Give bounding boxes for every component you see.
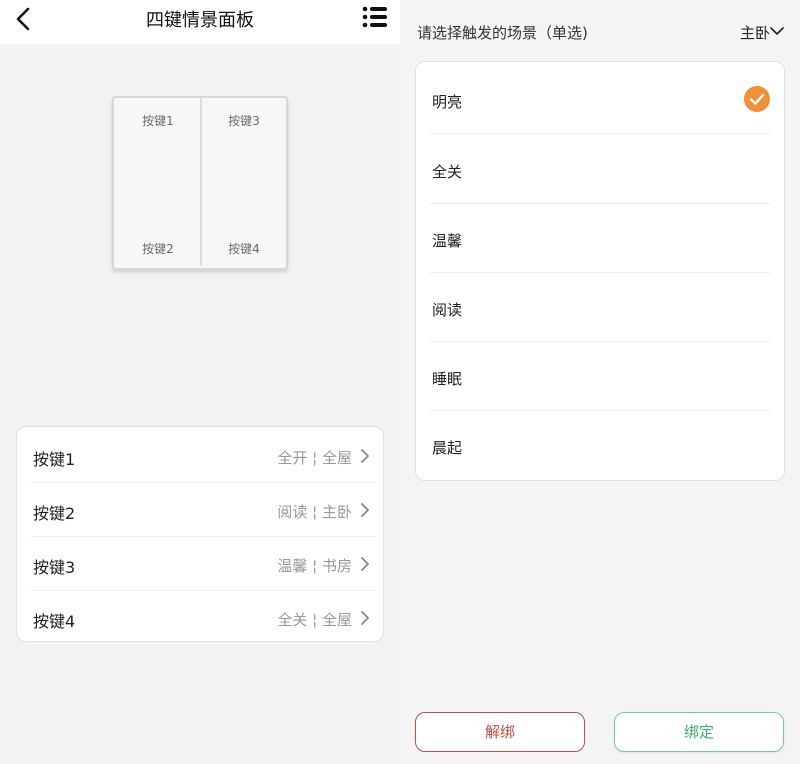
scene-option[interactable]: 全关: [430, 134, 770, 204]
chevron-right-icon: [361, 557, 369, 571]
chevron-right-icon: [361, 449, 369, 463]
key-scene-value: 全关 ¦ 全屋: [277, 611, 352, 629]
page-title: 四键情景面板: [146, 10, 254, 31]
key-binding-row[interactable]: 按键3 温馨 ¦ 书房: [31, 537, 376, 591]
scene-list: 明亮 全关 温馨 阅读 睡眠 晨起: [415, 61, 785, 481]
key-name: 按键1: [33, 450, 76, 469]
room-selector[interactable]: 主卧: [740, 22, 770, 43]
key-scene-value: 温馨 ¦ 书房: [277, 557, 352, 575]
key-name: 按键3: [33, 558, 76, 577]
key-scene-value: 阅读 ¦ 主卧: [277, 503, 352, 521]
scene-option[interactable]: 温馨: [430, 203, 770, 273]
panel-key-1[interactable]: 按键1: [128, 112, 188, 129]
key-binding-list: 按键1 全开 ¦ 全屋 按键2 阅读 ¦ 主卧 按键3 温馨 ¦ 书房 按键4 …: [16, 426, 384, 642]
scene-label: 晨起: [432, 439, 463, 457]
list-menu-icon[interactable]: [362, 4, 388, 30]
key-binding-row[interactable]: 按键4 全关 ¦ 全屋: [31, 591, 376, 645]
scene-label: 阅读: [432, 301, 463, 319]
panel-key-2[interactable]: 按键2: [128, 240, 188, 257]
key-name: 按键4: [33, 612, 76, 631]
scene-select-prompt: 请选择触发的场景（单选): [417, 24, 588, 42]
check-circle-icon: [744, 86, 770, 112]
key-name: 按键2: [33, 504, 76, 523]
panel-config-screen: 四键情景面板 按键1 按键3 按键2 按键4 按键1 全开 ¦ 全屋 按键2 阅…: [0, 0, 400, 764]
scene-select-screen: 请选择触发的场景（单选) 主卧 明亮 全关 温馨 阅读 睡眠 晨起 解绑 绑定: [400, 0, 800, 764]
top-bar: 四键情景面板: [0, 0, 400, 44]
key-scene-value: 全开 ¦ 全屋: [277, 449, 352, 467]
scene-label: 明亮: [432, 93, 463, 111]
scene-label: 全关: [432, 163, 463, 181]
panel-key-3[interactable]: 按键3: [214, 112, 274, 129]
unbind-button[interactable]: 解绑: [415, 712, 585, 752]
chevron-right-icon: [361, 503, 369, 517]
scene-option[interactable]: 睡眠: [430, 341, 770, 411]
scene-option[interactable]: 晨起: [430, 410, 770, 480]
panel-divider: [200, 98, 202, 266]
bind-button[interactable]: 绑定: [614, 712, 784, 752]
scene-option[interactable]: 明亮: [430, 64, 770, 134]
four-key-panel-illustration: 按键1 按键3 按键2 按键4: [112, 96, 288, 270]
chevron-down-icon[interactable]: [770, 26, 784, 36]
key-binding-row[interactable]: 按键1 全开 ¦ 全屋: [31, 429, 376, 483]
scene-label: 温馨: [432, 232, 463, 250]
panel-key-4[interactable]: 按键4: [214, 240, 274, 257]
key-binding-row[interactable]: 按键2 阅读 ¦ 主卧: [31, 483, 376, 537]
scene-option[interactable]: 阅读: [430, 272, 770, 342]
chevron-right-icon: [361, 611, 369, 625]
scene-label: 睡眠: [432, 370, 463, 388]
